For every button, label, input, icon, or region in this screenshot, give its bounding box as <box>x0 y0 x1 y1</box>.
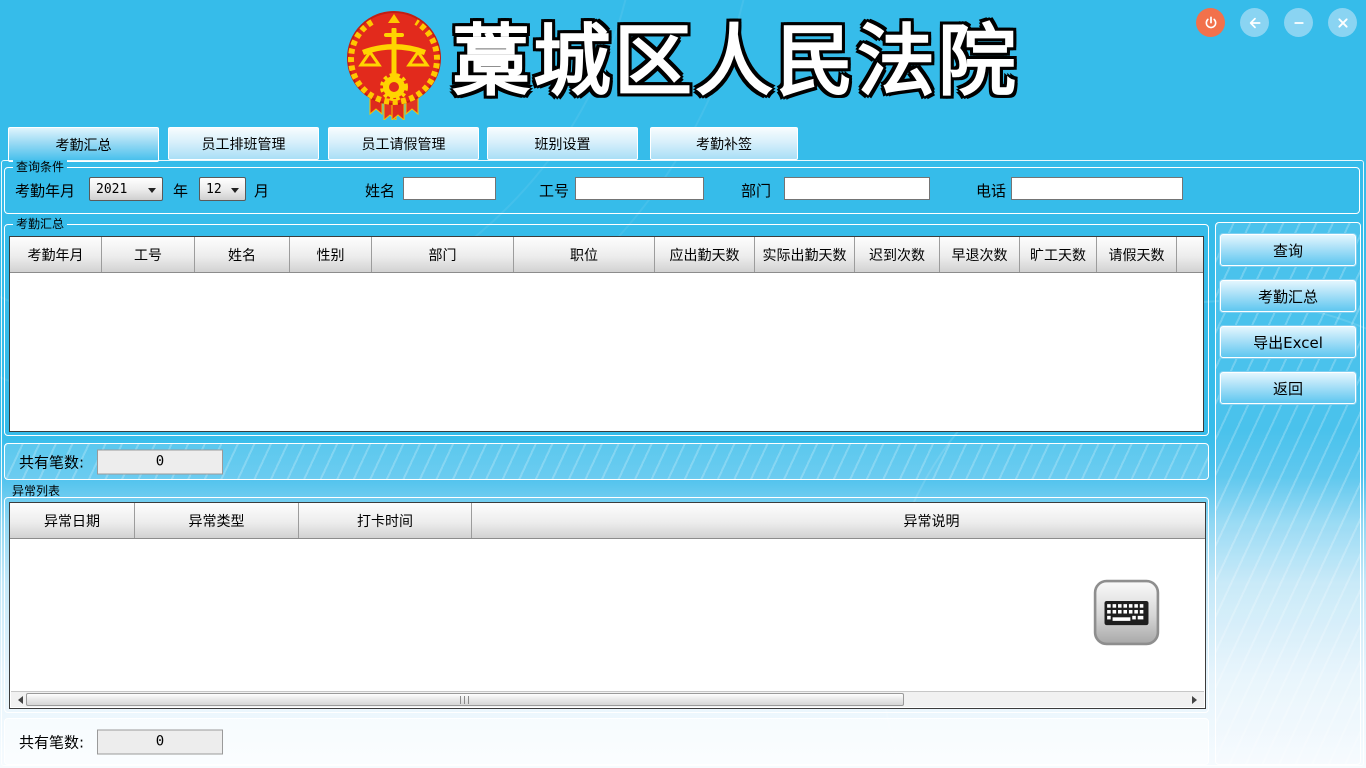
chevron-down-icon <box>231 188 239 197</box>
chevron-down-icon <box>148 188 156 197</box>
phone-label: 电话 <box>976 180 1006 201</box>
department-label: 部门 <box>741 180 771 201</box>
summary-count-bar: 共有笔数: 0 <box>4 443 1209 480</box>
column-header: 请假天数 <box>1097 237 1177 272</box>
tab-label: 考勤补签 <box>696 134 752 154</box>
name-label: 姓名 <box>365 180 395 201</box>
attendance-summary-group-title: 考勤汇总 <box>13 217 67 231</box>
column-header: 职位 <box>514 237 655 272</box>
attendance-app-window: 藁城区人民法院 考勤汇总 员工排班管理 员工请假管理 班别设置 考勤补签 查询条… <box>0 0 1366 768</box>
scroll-left-arrow[interactable] <box>11 692 26 707</box>
attendance-summary-table: 考勤年月工号姓名性别部门职位应出勤天数实际出勤天数迟到次数早退次数旷工天数请假天… <box>9 236 1204 432</box>
tab-attendance-summary[interactable]: 考勤汇总 <box>8 127 159 162</box>
tab-label: 员工请假管理 <box>362 134 446 154</box>
column-header: 异常日期 <box>10 503 135 538</box>
exception-count-label: 共有笔数: <box>19 731 84 752</box>
left-triangle-icon <box>14 696 23 704</box>
return-button[interactable]: 返回 <box>1220 372 1356 404</box>
summary-count-value: 0 <box>97 449 223 474</box>
virtual-keyboard-button[interactable] <box>1093 579 1160 646</box>
column-header: 打卡时间 <box>299 503 472 538</box>
phone-input[interactable] <box>1011 177 1183 200</box>
power-icon <box>1203 15 1219 31</box>
column-header: 部门 <box>372 237 514 272</box>
horizontal-scrollbar <box>11 691 1204 707</box>
column-header: 工号 <box>102 237 195 272</box>
column-header: 性别 <box>290 237 372 272</box>
tab-shift-management[interactable]: 员工排班管理 <box>168 127 319 160</box>
tab-attendance-resign[interactable]: 考勤补签 <box>650 127 798 160</box>
back-arrow-icon <box>1247 15 1263 31</box>
query-button-label: 查询 <box>1273 240 1303 261</box>
export-excel-button[interactable]: 导出Excel <box>1220 326 1356 358</box>
exception-table: 异常日期异常类型打卡时间异常说明 <box>9 502 1206 709</box>
summary-count-label: 共有笔数: <box>19 451 84 472</box>
power-button[interactable] <box>1196 8 1225 37</box>
tab-shift-type-settings[interactable]: 班别设置 <box>487 127 638 160</box>
scrollbar-thumb[interactable] <box>26 693 904 706</box>
department-input[interactable] <box>784 177 930 200</box>
column-header: 早退次数 <box>940 237 1020 272</box>
query-conditions-group: 查询条件 考勤年月 2021 年 12 月 姓名 工号 部门 电话 <box>4 167 1360 214</box>
year-unit-label: 年 <box>173 180 188 201</box>
month-select[interactable]: 12 <box>199 177 246 201</box>
page-title: 藁城区人民法院 <box>452 10 1019 114</box>
close-icon <box>1335 15 1351 31</box>
attendance-summary-button[interactable]: 考勤汇总 <box>1220 280 1356 312</box>
summary-table-body <box>10 273 1203 432</box>
court-emblem-logo <box>342 8 446 120</box>
employee-id-label: 工号 <box>539 180 569 201</box>
employee-id-input[interactable] <box>575 177 704 200</box>
month-unit-label: 月 <box>254 180 269 201</box>
query-button[interactable]: 查询 <box>1220 234 1356 266</box>
column-header: 考勤年月 <box>10 237 102 272</box>
close-button[interactable] <box>1328 8 1357 37</box>
query-conditions-group-title: 查询条件 <box>13 160 67 174</box>
summary-table-header: 考勤年月工号姓名性别部门职位应出勤天数实际出勤天数迟到次数早退次数旷工天数请假天… <box>10 237 1203 273</box>
column-header: 姓名 <box>195 237 290 272</box>
column-header: 异常类型 <box>135 503 299 538</box>
year-select-value: 2021 <box>96 182 127 197</box>
minimize-button[interactable] <box>1284 8 1313 37</box>
scrollbar-grip-icon <box>460 696 470 704</box>
attendance-summary-button-label: 考勤汇总 <box>1258 286 1318 307</box>
name-input[interactable] <box>403 177 496 200</box>
tab-label: 考勤汇总 <box>56 135 112 155</box>
exception-table-header: 异常日期异常类型打卡时间异常说明 <box>10 503 1205 539</box>
month-select-value: 12 <box>206 182 222 197</box>
right-triangle-icon <box>1192 696 1201 704</box>
column-header: 迟到次数 <box>855 237 940 272</box>
year-select[interactable]: 2021 <box>89 177 163 201</box>
keyboard-icon <box>1093 579 1160 646</box>
side-button-panel: 查询 考勤汇总 导出Excel 返回 <box>1215 222 1361 765</box>
exception-count-bar: 共有笔数: 0 <box>4 718 1209 765</box>
column-header: 实际出勤天数 <box>755 237 855 272</box>
minimize-icon <box>1291 15 1307 31</box>
column-header: 应出勤天数 <box>655 237 755 272</box>
exception-list-group: 异常日期异常类型打卡时间异常说明 <box>4 497 1209 713</box>
return-button-label: 返回 <box>1273 378 1303 399</box>
column-header-filler <box>1177 237 1203 272</box>
scroll-right-arrow[interactable] <box>1189 692 1204 707</box>
column-header: 异常说明 <box>472 503 1206 538</box>
attendance-summary-group: 考勤汇总 考勤年月工号姓名性别部门职位应出勤天数实际出勤天数迟到次数早退次数旷工… <box>4 224 1209 436</box>
tab-leave-management[interactable]: 员工请假管理 <box>328 127 479 160</box>
back-button[interactable] <box>1240 8 1269 37</box>
attendance-month-label: 考勤年月 <box>15 180 75 201</box>
column-header: 旷工天数 <box>1020 237 1097 272</box>
export-excel-button-label: 导出Excel <box>1253 332 1323 353</box>
exception-table-body <box>10 539 1205 675</box>
tab-label: 员工排班管理 <box>202 134 286 154</box>
exception-count-value: 0 <box>97 729 223 754</box>
tab-label: 班别设置 <box>535 134 591 154</box>
